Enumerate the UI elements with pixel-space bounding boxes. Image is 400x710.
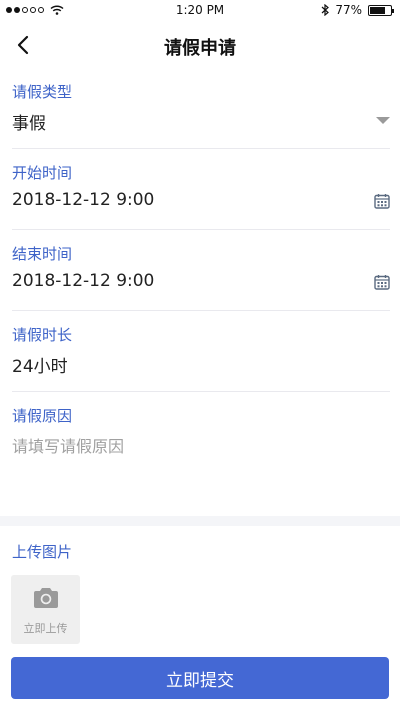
duration-value: 24小时 — [12, 357, 68, 377]
submit-button[interactable]: 立即提交 — [11, 657, 389, 699]
battery-fill — [370, 6, 386, 14]
reason-field: 请假原因 — [12, 392, 390, 520]
end-time-field[interactable]: 结束时间 2018-12-12 9:00 — [12, 230, 390, 311]
calendar-icon[interactable] — [374, 193, 390, 213]
start-time-field[interactable]: 开始时间 2018-12-12 9:00 — [12, 149, 390, 230]
upload-label: 上传图片 — [12, 543, 73, 561]
end-time-value[interactable]: 2018-12-12 9:00 — [12, 271, 154, 291]
status-bar: 1:20 PM 77% — [0, 0, 400, 22]
duration-field: 请假时长 24小时 — [12, 311, 390, 392]
nav-bar: 请假申请 — [0, 22, 400, 68]
start-time-label: 开始时间 — [12, 164, 73, 182]
leave-form: 请假类型 事假 开始时间 2018-12-12 9:00 结束时间 2018-1… — [0, 68, 400, 520]
battery-percent: 77% — [335, 3, 362, 17]
upload-button-label: 立即上传 — [23, 622, 68, 635]
camera-icon — [34, 588, 58, 608]
start-time-value[interactable]: 2018-12-12 9:00 — [12, 190, 154, 210]
upload-image-button[interactable]: 立即上传 — [11, 575, 80, 644]
leave-type-field[interactable]: 请假类型 事假 — [12, 68, 390, 149]
battery-icon — [368, 4, 394, 16]
calendar-icon[interactable] — [374, 274, 390, 294]
dropdown-caret-icon[interactable] — [376, 112, 390, 124]
reason-label: 请假原因 — [12, 407, 73, 425]
end-time-label: 结束时间 — [12, 245, 73, 263]
reason-input[interactable] — [12, 433, 390, 513]
bluetooth-icon — [321, 4, 330, 16]
duration-label: 请假时长 — [12, 326, 73, 344]
leave-type-label: 请假类型 — [12, 83, 73, 101]
page-title: 请假申请 — [164, 38, 236, 59]
section-divider — [0, 516, 400, 526]
leave-type-value[interactable]: 事假 — [12, 109, 46, 134]
